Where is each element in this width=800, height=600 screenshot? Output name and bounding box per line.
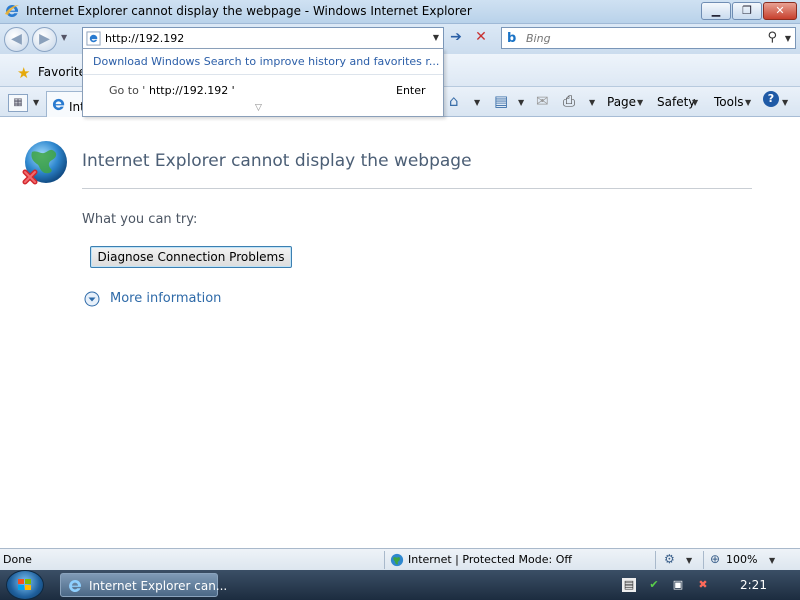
mail-icon[interactable]: ✉ — [536, 92, 549, 110]
search-box[interactable]: b ⚲ ▼ — [501, 27, 796, 49]
status-separator — [384, 551, 385, 569]
close-button[interactable]: ✕ — [763, 2, 797, 20]
address-input[interactable] — [105, 30, 415, 46]
page-title: Internet Explorer cannot display the web… — [82, 151, 472, 171]
taskbar-ie-button[interactable]: Internet Explorer can... — [60, 573, 227, 597]
search-options-dropdown[interactable]: ▼ — [785, 34, 791, 43]
feeds-dropdown[interactable]: ▼ — [518, 98, 524, 107]
taskbar: Internet Explorer can... ▤ ✔ ▣ ✖ 2:21 — [0, 570, 800, 600]
address-dropdown-icon[interactable]: ▼ — [433, 33, 439, 42]
tab-list-dropdown[interactable]: ▼ — [33, 98, 39, 107]
go-button[interactable]: ➔ — [447, 30, 465, 46]
ie-tab-icon — [51, 97, 66, 115]
feeds-icon[interactable]: ▤ — [494, 92, 508, 110]
taskbar-ie-label: Internet Explorer can... — [89, 579, 228, 593]
error-globe-icon — [22, 140, 70, 191]
home-dropdown[interactable]: ▼ — [474, 98, 480, 107]
title-bar: Internet Explorer cannot display the web… — [0, 0, 800, 24]
security-zone-text[interactable]: Internet | Protected Mode: Off — [408, 553, 572, 566]
expand-autocomplete-icon[interactable]: ▽ — [255, 103, 262, 113]
internet-zone-globe-icon — [390, 553, 404, 570]
windows-search-promo-link[interactable]: Download Windows Search to improve histo… — [93, 55, 439, 68]
stop-button[interactable]: ✕ — [472, 30, 490, 46]
zoom-icon[interactable]: ⊕ — [710, 552, 720, 566]
tools-menu[interactable]: Tools — [714, 95, 744, 109]
print-icon[interactable]: ⎙ — [563, 92, 575, 110]
address-bar[interactable]: ▼ — [82, 27, 444, 49]
status-bar: Done Internet | Protected Mode: Off ⚙ ▼ … — [0, 548, 800, 570]
tray-shield-icon[interactable]: ✔ — [647, 578, 661, 592]
tools-menu-dropdown[interactable]: ▼ — [745, 98, 751, 107]
home-icon[interactable]: ⌂ — [449, 92, 459, 110]
protected-mode-icon[interactable]: ⚙ — [664, 552, 675, 566]
print-dropdown[interactable]: ▼ — [589, 98, 595, 107]
page-menu[interactable]: Page — [607, 95, 636, 109]
recent-pages-dropdown[interactable]: ▼ — [61, 33, 67, 42]
zoom-level[interactable]: 100% — [726, 553, 757, 566]
status-separator — [655, 551, 656, 569]
page-menu-dropdown[interactable]: ▼ — [637, 98, 643, 107]
goto-url[interactable]: http://192.192 ' — [149, 84, 235, 97]
help-dropdown[interactable]: ▼ — [782, 98, 788, 107]
address-autocomplete-dropdown: Download Windows Search to improve histo… — [82, 48, 444, 117]
goto-label[interactable]: Go to ' — [109, 84, 145, 97]
status-separator — [703, 551, 704, 569]
bing-icon: b — [507, 31, 517, 46]
minimize-button[interactable]: ▁ — [701, 2, 731, 20]
windows-flag-icon — [18, 579, 31, 590]
tray-volume-icon[interactable]: ✖ — [696, 578, 710, 592]
page-content: Internet Explorer cannot display the web… — [0, 118, 800, 548]
tab-current[interactable]: Int — [46, 91, 86, 117]
favorites-button[interactable]: Favorite — [38, 65, 86, 79]
zoom-dropdown[interactable]: ▼ — [769, 556, 775, 565]
expand-down-icon[interactable] — [84, 291, 100, 310]
protected-mode-dropdown[interactable]: ▼ — [686, 556, 692, 565]
quick-tabs-button[interactable]: ▦ — [8, 94, 28, 112]
help-icon[interactable]: ? — [763, 91, 779, 107]
ie-taskbar-icon — [67, 578, 83, 597]
window-title: Internet Explorer cannot display the web… — [26, 4, 472, 18]
autocomplete-divider — [83, 74, 443, 75]
page-icon — [86, 31, 101, 49]
tray-document-icon[interactable]: ▤ — [622, 578, 636, 592]
what-you-can-try-label: What you can try: — [82, 212, 198, 227]
favorites-star-icon[interactable]: ★ — [17, 64, 30, 82]
ie-logo-icon — [4, 3, 20, 22]
forward-button[interactable]: ▶ — [32, 27, 57, 52]
back-button[interactable]: ◀ — [4, 27, 29, 52]
start-button[interactable] — [6, 570, 44, 600]
search-icon[interactable]: ⚲ — [767, 30, 777, 45]
safety-menu[interactable]: Safety — [657, 95, 695, 109]
diagnose-connection-problems-button[interactable]: Diagnose Connection Problems — [90, 246, 292, 268]
safety-menu-dropdown[interactable]: ▼ — [692, 98, 698, 107]
taskbar-clock[interactable]: 2:21 — [740, 578, 767, 592]
tray-network-icon[interactable]: ▣ — [671, 578, 685, 592]
more-information-link[interactable]: More information — [110, 291, 221, 306]
enter-hint: Enter — [396, 84, 426, 97]
search-input[interactable] — [526, 31, 756, 46]
status-text: Done — [3, 553, 32, 566]
title-divider — [82, 188, 752, 189]
maximize-button[interactable]: ❐ — [732, 2, 762, 20]
